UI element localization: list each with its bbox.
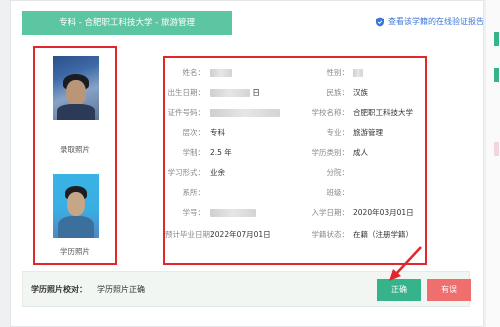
graduation-date-label: 预计毕业日期： [165, 230, 218, 239]
photo-check-label: 学历照片校对： [31, 285, 87, 294]
ethnicity-label: 民族： [326, 88, 350, 97]
ethnicity-value: 汉族 [353, 88, 368, 97]
department-label: 系所： [182, 188, 206, 197]
record-title: 专科 - 合肥职工科技大学 - 旅游管理 [59, 18, 195, 28]
branch-label: 分院： [326, 168, 350, 177]
red-arrow-annotation [389, 246, 422, 281]
gender-label: 性别： [326, 68, 350, 77]
name-value-redacted [210, 68, 232, 78]
student-number-value-redacted [210, 208, 256, 218]
study-mode-value: 业余 [210, 168, 225, 177]
level-value: 专科 [210, 128, 225, 137]
id-number-label: 证件号码： [167, 108, 206, 117]
major-value: 旅游管理 [353, 128, 383, 137]
verify-report-link[interactable]: 查看该学籍的在线验证报告 [375, 16, 484, 27]
status-value: 在籍（注册学籍） [353, 230, 413, 239]
duration-value: 2.5 年 [210, 148, 232, 157]
enroll-date-label: 入学日期： [311, 208, 350, 217]
level-label: 层次： [182, 128, 206, 137]
enrollment-photo-caption: 录取照片 [60, 145, 90, 154]
major-label: 专业： [326, 128, 350, 137]
class-label: 班级： [326, 188, 350, 197]
record-title-bar: 专科 - 合肥职工科技大学 - 旅游管理 [22, 11, 232, 35]
degree-photo-caption: 学历照片 [60, 247, 90, 256]
name-label: 姓名： [182, 68, 206, 77]
photo-check-value: 学历照片正确 [97, 285, 145, 294]
birth-date-value: 日 [210, 88, 260, 98]
verify-link-text[interactable]: 查看该学籍的在线验证报告 [388, 16, 484, 27]
school-label: 学校名称： [311, 108, 350, 117]
right-edge-strip [486, 0, 500, 327]
education-type-label: 学历类别： [311, 148, 350, 157]
birth-date-label: 出生日期： [167, 88, 206, 97]
shield-icon [376, 17, 384, 26]
study-mode-label: 学习形式： [167, 168, 206, 177]
enroll-date-value: 2020年03月01日 [353, 208, 414, 217]
student-info-panel: 姓名： 性别： 出生日期： 日 民族： 汉族 证件号码： 学校名称： 合肥职工科… [163, 56, 427, 265]
student-number-label: 学号： [182, 208, 206, 217]
duration-label: 学制： [182, 148, 206, 157]
edge-marker-green-2 [494, 68, 499, 82]
gender-value-redacted [353, 68, 363, 78]
incorrect-button[interactable]: 有误 [427, 279, 471, 301]
edge-marker-pink [494, 142, 499, 156]
education-type-value: 成人 [353, 148, 368, 157]
graduation-date-value: 2022年07月01日 [210, 230, 271, 239]
degree-photo [53, 174, 99, 238]
photos-panel: 录取照片 学历照片 [33, 46, 117, 265]
edge-marker-green [494, 32, 499, 46]
school-value: 合肥职工科技大学 [353, 108, 413, 117]
id-number-value-redacted [210, 108, 280, 118]
status-label: 学籍状态： [311, 230, 350, 239]
enrollment-photo [53, 56, 99, 120]
